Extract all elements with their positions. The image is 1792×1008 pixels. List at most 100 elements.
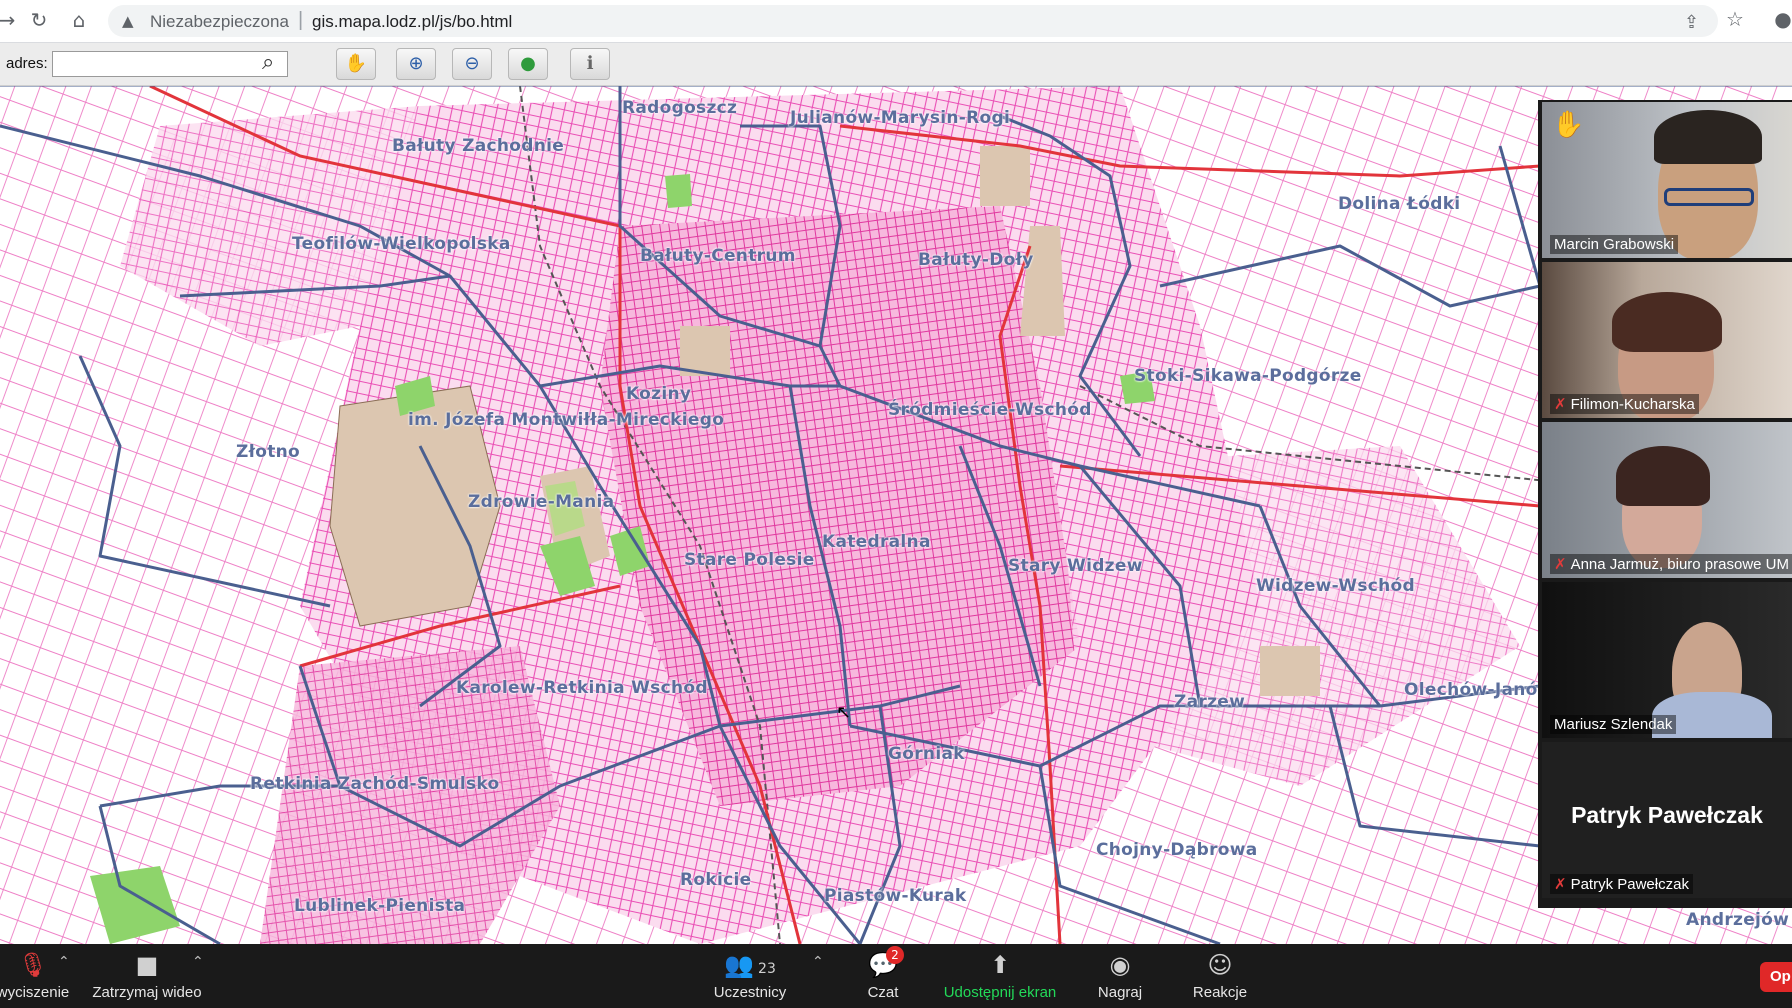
mic-muted-icon: ✗	[1554, 555, 1567, 573]
participants-count: 23	[758, 961, 776, 977]
district-label: Retkinia Zachód-Smulsko	[250, 774, 500, 794]
url-separator: |	[298, 9, 304, 31]
chat-icon: 💬 2	[858, 946, 908, 980]
chevron-up-icon[interactable]: ⌃	[58, 954, 70, 970]
district-label: Olechów-Janów	[1404, 680, 1554, 700]
share-icon[interactable]: ⇪	[1684, 12, 1699, 33]
district-label: Stary Widzew	[1008, 556, 1143, 576]
participant-name-text: Patryk Pawełczak	[1570, 876, 1689, 893]
district-label: Zarzew	[1174, 692, 1246, 712]
meeting-toolbar: 🎙 wyciszenie ⌃ ■ Zatrzymaj wideo ⌃ 👥 23 U…	[0, 944, 1792, 1008]
share-screen-icon: ⬆	[989, 951, 1011, 979]
participant-hair	[1612, 292, 1722, 352]
district-label: Widzew-Wschód	[1256, 576, 1415, 596]
reload-icon[interactable]: ↻	[28, 9, 50, 31]
participant-name: Marcin Grabowski	[1550, 235, 1679, 254]
address-label: adres:	[6, 55, 48, 72]
record-button[interactable]: ◉ Nagraj	[1090, 950, 1150, 1001]
browser-toolbar: → ↻ ⌂ ▲ Niezabezpieczona | gis.mapa.lodz…	[0, 0, 1792, 43]
district-label: Bałuty Zachodnie	[392, 136, 565, 156]
video-label: Zatrzymaj wideo	[92, 984, 202, 1001]
map-canvas[interactable]: Radogoszcz Julianów-Marysin-Rogi Bałuty …	[0, 86, 1792, 944]
url-text[interactable]: gis.mapa.lodz.pl/js/bo.html	[312, 12, 512, 32]
district-label: Chojny-Dąbrowa	[1096, 840, 1258, 860]
district-label: Stoki-Sikawa-Podgórze	[1134, 366, 1362, 386]
reactions-button[interactable]: ☺ Reakcje	[1186, 950, 1254, 1001]
participant-hair	[1616, 446, 1710, 506]
district-label: Śródmieście-Wschód	[888, 400, 1092, 420]
district-label: Zdrowie-Mania	[468, 492, 615, 512]
chevron-up-icon[interactable]: ⌃	[192, 954, 204, 970]
raised-hand-icon: ✋	[1552, 110, 1585, 140]
district-label: Teofilów-Wielkopolska	[292, 234, 511, 254]
share-label: Udostępnij ekran	[943, 984, 1057, 1001]
info-icon[interactable]: ℹ	[570, 48, 610, 80]
end-meeting-button[interactable]: Op	[1760, 962, 1792, 992]
stop-video-button[interactable]: ■ Zatrzymaj wideo	[86, 950, 208, 1001]
search-icon[interactable]: ⌕	[262, 50, 274, 75]
district-label: Bałuty-Centrum	[640, 246, 796, 266]
video-tile[interactable]: ✋ Marcin Grabowski	[1542, 102, 1792, 258]
zoom-in-icon[interactable]: ⊕	[396, 48, 436, 80]
back-arrow-icon[interactable]: →	[0, 9, 18, 31]
district-label: Bałuty-Doły	[918, 250, 1034, 270]
chat-badge: 2	[886, 946, 904, 964]
participant-name: ✗ Patryk Pawełczak	[1550, 874, 1693, 894]
profile-icon[interactable]: ●	[1772, 8, 1792, 30]
chat-label: Czat	[867, 984, 899, 1001]
home-icon[interactable]: ⌂	[68, 9, 90, 31]
district-label: Piastów-Kurak	[824, 886, 967, 906]
zoom-out-icon[interactable]: ⊖	[452, 48, 492, 80]
warning-icon[interactable]: ▲	[122, 12, 134, 30]
participant-name: Mariusz Szlendak	[1550, 715, 1677, 734]
address-bar[interactable]: ▲ Niezabezpieczona | gis.mapa.lodz.pl/js…	[108, 5, 1718, 37]
participants-button[interactable]: 👥 23 Uczestnicy	[704, 950, 796, 1001]
participant-display-name: Patryk Pawełczak	[1571, 802, 1763, 828]
video-tile[interactable]: Mariusz Szlendak	[1542, 582, 1792, 738]
reactions-label: Reakcje	[1192, 984, 1248, 1001]
district-label: Stare Polesie	[684, 550, 815, 570]
video-tile[interactable]: ✗ Filimon-Kucharska	[1542, 262, 1792, 418]
video-camera-icon: ■	[135, 951, 159, 979]
record-icon: ◉	[1109, 951, 1131, 979]
mic-muted-icon: ✗	[1554, 395, 1567, 413]
participants-label: Uczestnicy	[713, 984, 787, 1001]
chat-button[interactable]: 💬 2 Czat	[858, 946, 908, 1001]
participant-name: ✗ Anna Jarmuż, biuro prasowe UM	[1550, 554, 1792, 574]
participant-name-text: Anna Jarmuż, biuro prasowe UM	[1570, 556, 1790, 573]
district-label: Górniak	[888, 744, 965, 764]
video-tile[interactable]: ✗ Anna Jarmuż, biuro prasowe UM	[1542, 422, 1792, 578]
star-icon[interactable]: ☆	[1724, 8, 1746, 30]
record-label: Nagraj	[1097, 984, 1143, 1001]
mouse-cursor-icon: ↖	[836, 702, 852, 723]
district-label: Karolew-Retkinia Wschód	[456, 678, 708, 698]
district-label: im. Józefa Montwiłła-Mireckiego	[408, 410, 725, 430]
district-label: Julianów-Marysin-Rogi	[790, 108, 1011, 128]
pan-hand-icon[interactable]: ✋	[336, 48, 376, 80]
district-label: Dolina Łódki	[1338, 194, 1461, 214]
video-tile[interactable]: Patryk Pawełczak ✗ Patryk Pawełczak	[1542, 742, 1792, 898]
share-screen-button[interactable]: ⬆ Udostępnij ekran	[938, 950, 1062, 1001]
district-label: Katedralna	[822, 532, 931, 552]
mute-label: wyciszenie	[0, 984, 70, 1001]
address-search-input[interactable]	[52, 51, 288, 77]
participant-name: ✗ Filimon-Kucharska	[1550, 394, 1699, 414]
participant-hair	[1654, 110, 1762, 164]
district-label: Złotno	[236, 442, 301, 462]
map-toolbar: adres: ⌕ ✋ ⊕ ⊖ ● ℹ	[0, 43, 1792, 86]
glasses-icon	[1664, 188, 1754, 206]
district-label: Radogoszcz	[622, 98, 738, 118]
mic-muted-icon: ✗	[1554, 875, 1567, 893]
participant-name-text: Filimon-Kucharska	[1570, 396, 1695, 413]
district-label: Lublinek-Pienista	[294, 896, 466, 916]
reactions-icon: ☺	[1207, 951, 1233, 979]
district-label: Andrzejów	[1686, 910, 1790, 930]
map-graphics	[0, 86, 1792, 944]
chevron-up-icon[interactable]: ⌃	[812, 954, 824, 970]
district-label: Rokicie	[680, 870, 752, 890]
district-label: Koziny	[626, 384, 692, 404]
participants-icon: 👥 23	[724, 951, 776, 979]
security-label[interactable]: Niezabezpieczona	[150, 12, 289, 32]
globe-icon[interactable]: ●	[508, 48, 548, 80]
video-panel: ✋ Marcin Grabowski ✗ Filimon-Kucharska ✗ A…	[1538, 100, 1792, 908]
